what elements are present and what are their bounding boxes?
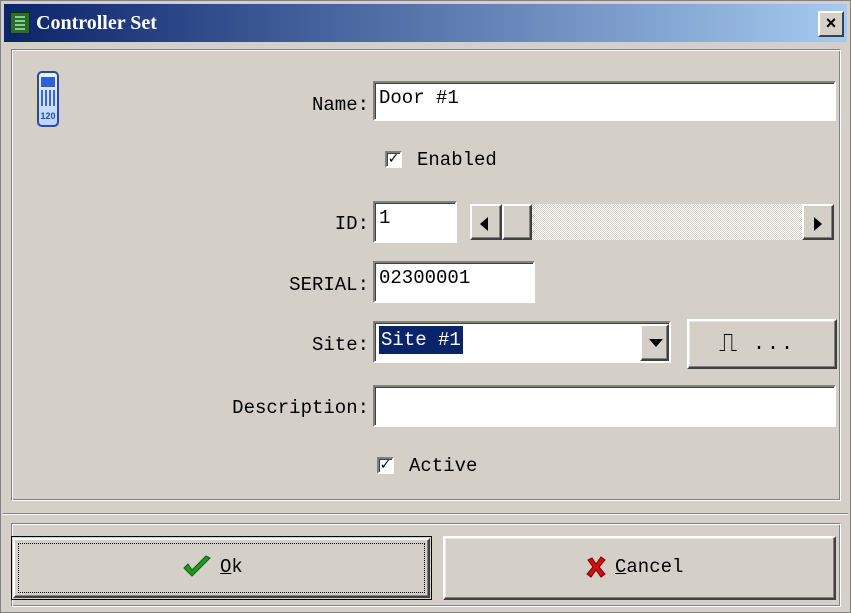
active-checkbox[interactable]: ✓ [377, 457, 394, 474]
scroll-left-button[interactable] [470, 204, 502, 240]
title-bar: Controller Set × [4, 4, 847, 42]
red-x-icon [586, 556, 606, 578]
site-dropdown-button[interactable] [640, 324, 669, 361]
scroll-right-button[interactable] [802, 204, 834, 240]
enabled-label: Enabled [417, 149, 497, 171]
description-input[interactable] [373, 385, 836, 427]
site-select-value: Site #1 [379, 326, 463, 354]
check-icon: ✓ [379, 457, 392, 473]
id-label: ID: [334, 213, 369, 235]
close-icon: × [825, 13, 837, 33]
device-number-label: 120 [40, 111, 56, 121]
pulse-icon: ⎍ [719, 328, 738, 358]
app-icon [10, 12, 30, 34]
arrow-left-icon [480, 217, 488, 231]
controller-set-dialog: Controller Set × 120 Name: Door #1 ✓ Ena… [0, 0, 851, 613]
site-label: Site: [311, 334, 369, 356]
name-input[interactable]: Door #1 [373, 81, 836, 121]
enabled-checkbox[interactable]: ✓ [385, 151, 402, 168]
serial-input[interactable]: 02300001 [373, 261, 535, 303]
active-label: Active [409, 455, 478, 477]
close-button[interactable]: × [818, 11, 844, 37]
scroll-thumb[interactable] [502, 204, 532, 240]
description-label: Description: [232, 397, 369, 419]
site-browse-dots: ... [753, 333, 796, 356]
controller-device-icon: 120 [37, 71, 59, 127]
cancel-button[interactable]: Cancel [443, 536, 836, 600]
chevron-down-icon [649, 339, 663, 347]
id-scrollbar[interactable] [469, 203, 835, 241]
serial-label: SERIAL: [289, 274, 369, 296]
cancel-label: Cancel [615, 556, 684, 578]
id-input[interactable]: 1 [373, 201, 457, 243]
arrow-right-icon [814, 217, 822, 231]
divider [3, 513, 848, 515]
site-browse-button[interactable]: ⎍ ... [687, 319, 837, 369]
window-title: Controller Set [36, 12, 157, 34]
check-icon: ✓ [387, 151, 400, 167]
green-checkmark-icon [183, 555, 211, 577]
ok-label: Ok [220, 556, 243, 578]
name-label: Name: [311, 94, 369, 116]
ok-button[interactable]: Ok [11, 536, 432, 600]
